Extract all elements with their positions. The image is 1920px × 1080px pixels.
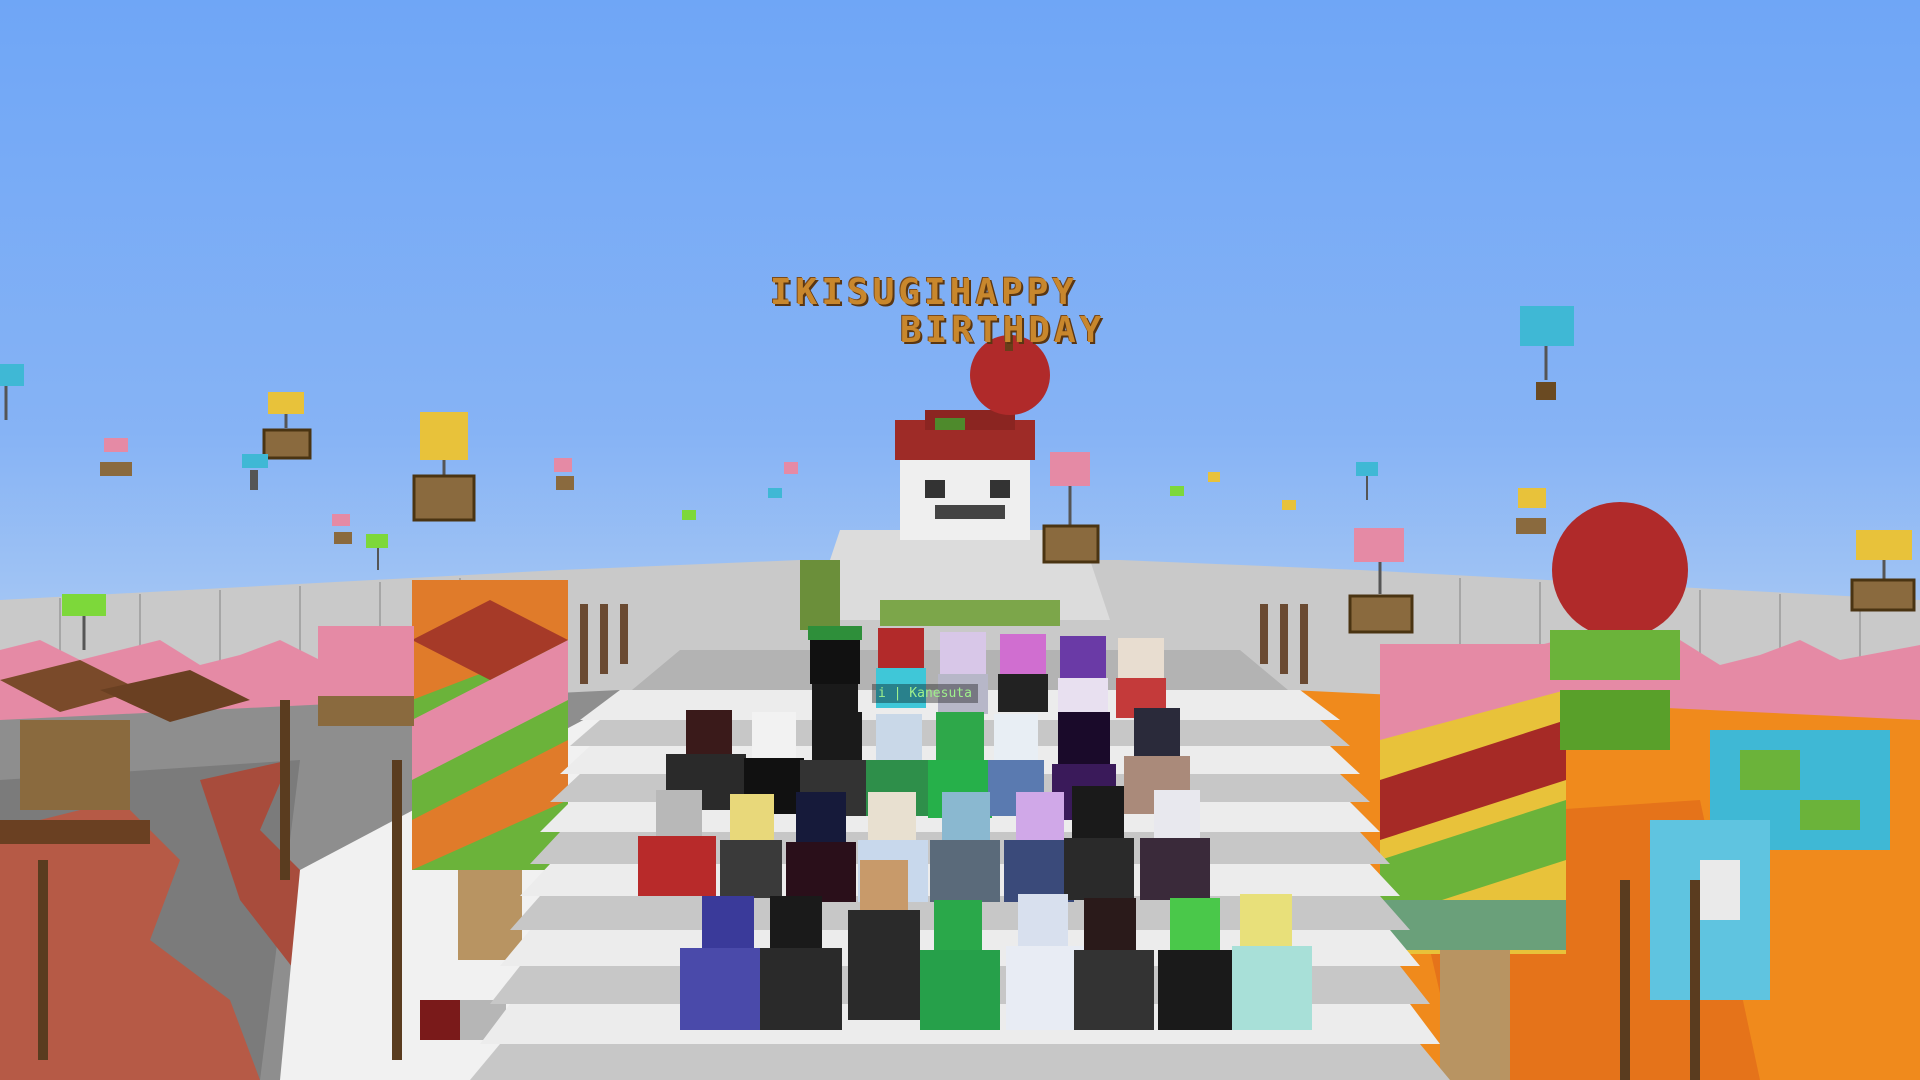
player[interactable] bbox=[1058, 636, 1108, 718]
player[interactable] bbox=[1006, 894, 1084, 1030]
game-viewport[interactable]: IKISUGIHAPPY BIRTHDAY i | Kanesuta bbox=[0, 0, 1920, 1080]
player-nametag: i | Kanesuta bbox=[872, 684, 978, 703]
player[interactable] bbox=[760, 896, 842, 1030]
players-group bbox=[638, 626, 1312, 1030]
player[interactable] bbox=[920, 900, 1000, 1030]
player[interactable] bbox=[1074, 898, 1154, 1030]
player[interactable] bbox=[1064, 786, 1134, 900]
player[interactable] bbox=[1116, 638, 1166, 718]
player[interactable] bbox=[786, 792, 856, 902]
player[interactable] bbox=[998, 634, 1048, 712]
player[interactable] bbox=[1158, 898, 1238, 1030]
player[interactable] bbox=[1232, 894, 1312, 1030]
player[interactable] bbox=[680, 896, 770, 1030]
